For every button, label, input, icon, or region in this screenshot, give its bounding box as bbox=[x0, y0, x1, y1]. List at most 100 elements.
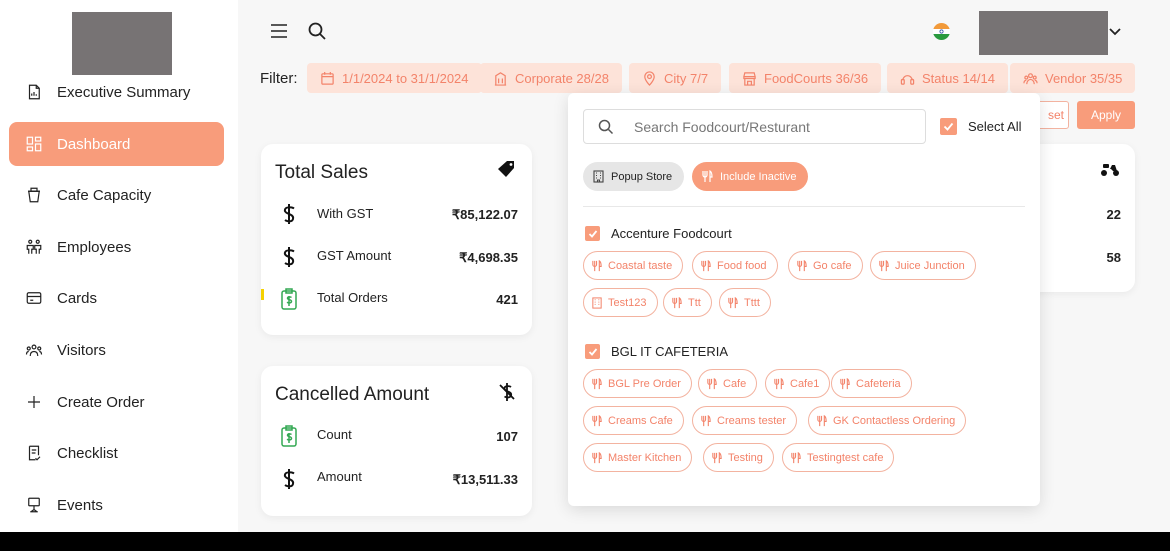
search-icon[interactable] bbox=[307, 21, 327, 41]
filter-chip-status[interactable]: Status 14/14 bbox=[887, 63, 1008, 93]
menu-icon[interactable] bbox=[270, 22, 288, 40]
foodcourt-search-input[interactable] bbox=[634, 118, 914, 135]
sidebar-item-executive-summary[interactable]: Executive Summary bbox=[9, 70, 224, 114]
sidebar-item-label: Visitors bbox=[57, 341, 106, 359]
user-profile[interactable] bbox=[979, 11, 1108, 55]
vendor-pill[interactable]: Creams Cafe bbox=[583, 406, 684, 435]
row-label: Amount bbox=[317, 469, 362, 484]
row-label: GST Amount bbox=[317, 248, 392, 263]
popup-store-toggle[interactable]: Popup Store bbox=[583, 162, 685, 191]
fork-knife-icon bbox=[791, 451, 801, 463]
vendor-pill[interactable]: Creams tester bbox=[692, 406, 798, 435]
vendor-pill[interactable]: Food food bbox=[692, 251, 778, 280]
vendor-pill[interactable]: Master Kitchen bbox=[583, 443, 693, 472]
store-icon bbox=[743, 71, 756, 86]
search-field[interactable] bbox=[583, 109, 926, 144]
row-label: Count bbox=[317, 427, 352, 442]
chip-label: FoodCourts 36/36 bbox=[764, 70, 869, 86]
toggle-label: Include Inactive bbox=[720, 170, 797, 183]
row-value: ₹13,511.33 bbox=[452, 472, 518, 487]
sidebar-item-checklist[interactable]: Checklist bbox=[9, 431, 224, 475]
group-bgl-it-cafeteria[interactable]: BGL IT CAFETERIA bbox=[585, 344, 728, 359]
fork-knife-icon bbox=[701, 414, 711, 426]
total-sales-card: Total Sales With GST ₹85,122.07 GST Amou… bbox=[261, 144, 532, 335]
group-accenture-foodcourt[interactable]: Accenture Foodcourt bbox=[585, 226, 732, 241]
vendor-pill[interactable]: BGL Pre Order bbox=[583, 369, 692, 398]
vendor-pill[interactable]: Coastal taste bbox=[583, 251, 684, 280]
sidebar-item-label: Cards bbox=[57, 289, 98, 307]
fork-knife-icon bbox=[817, 414, 827, 426]
vendor-pill[interactable]: Go cafe bbox=[788, 251, 863, 280]
sidebar-item-create-order[interactable]: Create Order bbox=[9, 380, 224, 424]
search-icon bbox=[598, 119, 614, 134]
vendor-pill[interactable]: Testing bbox=[703, 443, 774, 472]
fork-knife-icon bbox=[797, 259, 807, 271]
row-value: ₹85,122.07 bbox=[451, 207, 518, 222]
checkbox-checked-icon bbox=[585, 226, 600, 241]
row-value: 58 bbox=[1106, 250, 1121, 265]
receipt-dollar-icon bbox=[281, 425, 297, 447]
vendor-pill[interactable]: Test123 bbox=[583, 288, 658, 317]
pill-label: Juice Junction bbox=[895, 259, 965, 272]
sidebar-item-label: Cafe Capacity bbox=[57, 186, 152, 204]
fork-knife-icon bbox=[774, 377, 784, 389]
include-inactive-toggle[interactable]: Include Inactive bbox=[692, 162, 809, 191]
vendor-pill[interactable]: Juice Junction bbox=[870, 251, 976, 280]
pill-label: Testing bbox=[728, 451, 763, 464]
building-icon bbox=[592, 296, 602, 309]
fork-knife-icon bbox=[879, 259, 889, 271]
sidebar: Executive Summary Dashboard Cafe Capacit… bbox=[0, 0, 238, 532]
india-flag-icon[interactable] bbox=[933, 23, 950, 40]
sidebar-item-events[interactable]: Events bbox=[9, 483, 224, 527]
toggle-label: Popup Store bbox=[611, 170, 673, 183]
dashboard-icon bbox=[26, 136, 42, 152]
sidebar-item-cafe-capacity[interactable]: Cafe Capacity bbox=[9, 173, 224, 217]
vendor-pill[interactable]: GK Contactless Ordering bbox=[808, 406, 967, 435]
dollar-icon bbox=[283, 204, 295, 224]
fork-knife-icon bbox=[712, 451, 722, 463]
report-icon bbox=[28, 84, 40, 100]
receipt-dollar-icon bbox=[281, 288, 297, 310]
events-icon bbox=[28, 497, 40, 513]
select-all-checkbox[interactable]: Select All bbox=[940, 118, 1021, 135]
vendor-pill[interactable]: Cafe1 bbox=[765, 369, 831, 398]
filter-chip-vendor[interactable]: Vendor 35/35 bbox=[1010, 63, 1136, 93]
chip-label: Status 14/14 bbox=[922, 70, 995, 86]
visitors-icon bbox=[25, 344, 43, 357]
filter-label: Filter: bbox=[260, 70, 298, 87]
sidebar-item-employees[interactable]: Employees bbox=[9, 225, 224, 269]
sidebar-item-dashboard[interactable]: Dashboard bbox=[9, 122, 224, 166]
filter-chip-corporate[interactable]: Corporate 28/28 bbox=[480, 63, 622, 93]
apply-button[interactable]: Apply bbox=[1077, 101, 1135, 129]
building-icon bbox=[494, 71, 507, 86]
vendor-pill[interactable]: Cafeteria bbox=[831, 369, 912, 398]
location-icon bbox=[644, 70, 655, 86]
pill-label: Coastal taste bbox=[608, 259, 673, 272]
sidebar-item-label: Employees bbox=[57, 238, 132, 256]
filter-chip-date[interactable]: 1/1/2024 to 31/1/2024 bbox=[307, 63, 482, 93]
no-money-icon bbox=[499, 383, 515, 401]
sidebar-item-label: Checklist bbox=[57, 444, 118, 462]
app-window: Executive Summary Dashboard Cafe Capacit… bbox=[0, 0, 1170, 532]
fork-knife-icon bbox=[728, 296, 738, 308]
status-icon bbox=[900, 74, 915, 85]
filter-chip-foodcourts[interactable]: FoodCourts 36/36 bbox=[729, 63, 882, 93]
sidebar-item-cards[interactable]: Cards bbox=[9, 276, 224, 320]
chevron-down-icon[interactable] bbox=[1108, 24, 1122, 38]
row-value: ₹4,698.35 bbox=[459, 250, 518, 265]
sidebar-item-visitors[interactable]: Visitors bbox=[9, 328, 224, 372]
logo bbox=[72, 12, 172, 75]
group-label: Accenture Foodcourt bbox=[611, 226, 732, 241]
filter-chip-city[interactable]: City 7/7 bbox=[629, 63, 722, 93]
fork-knife-icon bbox=[592, 259, 602, 271]
vendor-pill[interactable]: Testingtest cafe bbox=[782, 443, 895, 472]
dollar-icon bbox=[283, 469, 295, 489]
vendor-pill[interactable]: Ttt bbox=[663, 288, 712, 317]
vendor-pill[interactable]: Tttt bbox=[719, 288, 771, 317]
pill-label: Go cafe bbox=[813, 259, 852, 272]
sidebar-item-label: Dashboard bbox=[57, 135, 131, 153]
checklist-icon bbox=[28, 445, 41, 461]
pill-label: Testingtest cafe bbox=[807, 451, 884, 464]
vendor-pill[interactable]: Cafe bbox=[698, 369, 758, 398]
fork-knife-icon bbox=[592, 451, 602, 463]
